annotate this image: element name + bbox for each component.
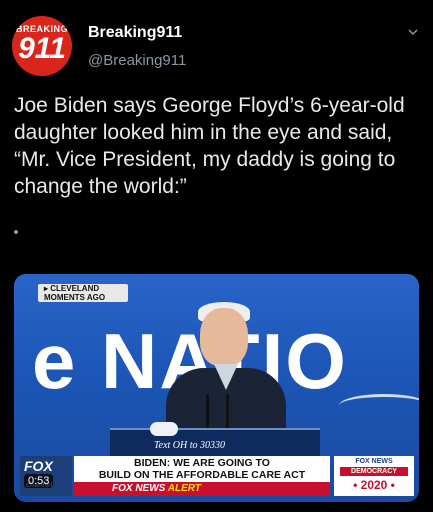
separator-dot bbox=[14, 230, 18, 234]
speaker-head bbox=[200, 308, 248, 366]
microphone bbox=[226, 394, 229, 430]
headline-line1: BIDEN: WE ARE GOING TO bbox=[134, 457, 270, 469]
location-tag-line2: MOMENTS AGO bbox=[44, 293, 106, 302]
headline-line2: BUILD ON THE AFFORDABLE CARE ACT bbox=[98, 468, 306, 481]
microphone bbox=[206, 394, 209, 430]
headline-box: BIDEN: WE ARE GOING TO BUILD ON THE AFFO… bbox=[74, 456, 330, 482]
display-name[interactable]: Breaking911 bbox=[88, 24, 182, 42]
lower-third: FOX channel 0:53 BIDEN: WE ARE GOING TO … bbox=[14, 456, 419, 502]
logo-democracy: DEMOCRACY bbox=[340, 467, 408, 476]
alert-word: ALERT bbox=[167, 483, 201, 494]
location-tag: ▸ CLEVELAND MOMENTS AGO bbox=[38, 284, 128, 302]
chevron-down-icon[interactable] bbox=[407, 26, 419, 38]
alert-bar: FOX NEWS ALERT bbox=[74, 482, 330, 496]
tweet-text: Joe Biden says George Floyd’s 6-year-old… bbox=[14, 94, 405, 198]
avatar[interactable]: BREAKING 911 bbox=[12, 16, 72, 76]
logo-fox-news: FOX NEWS bbox=[355, 458, 393, 465]
face-mask bbox=[150, 422, 178, 436]
text-to-number: Text OH to 30330 bbox=[154, 440, 226, 451]
democracy-2020-logo: FOX NEWS DEMOCRACY • 2020 • bbox=[334, 456, 414, 496]
username[interactable]: @Breaking911 bbox=[88, 52, 186, 69]
video-duration: 0:53 bbox=[24, 474, 54, 488]
video-player[interactable]: e NATIO ▸ CLEVELAND MOMENTS AGO Text OH … bbox=[14, 274, 419, 502]
location-tag-line1: ▸ CLEVELAND bbox=[44, 284, 100, 293]
alert-prefix: FOX NEWS bbox=[112, 483, 166, 494]
backdrop-swoosh bbox=[339, 394, 419, 417]
logo-year: • 2020 • bbox=[353, 478, 395, 492]
fox-bug-text: FOX bbox=[24, 458, 53, 474]
avatar-text-911: 911 bbox=[18, 32, 66, 65]
tweet: BREAKING 911 Breaking911 @Breaking911 Jo… bbox=[0, 0, 433, 512]
